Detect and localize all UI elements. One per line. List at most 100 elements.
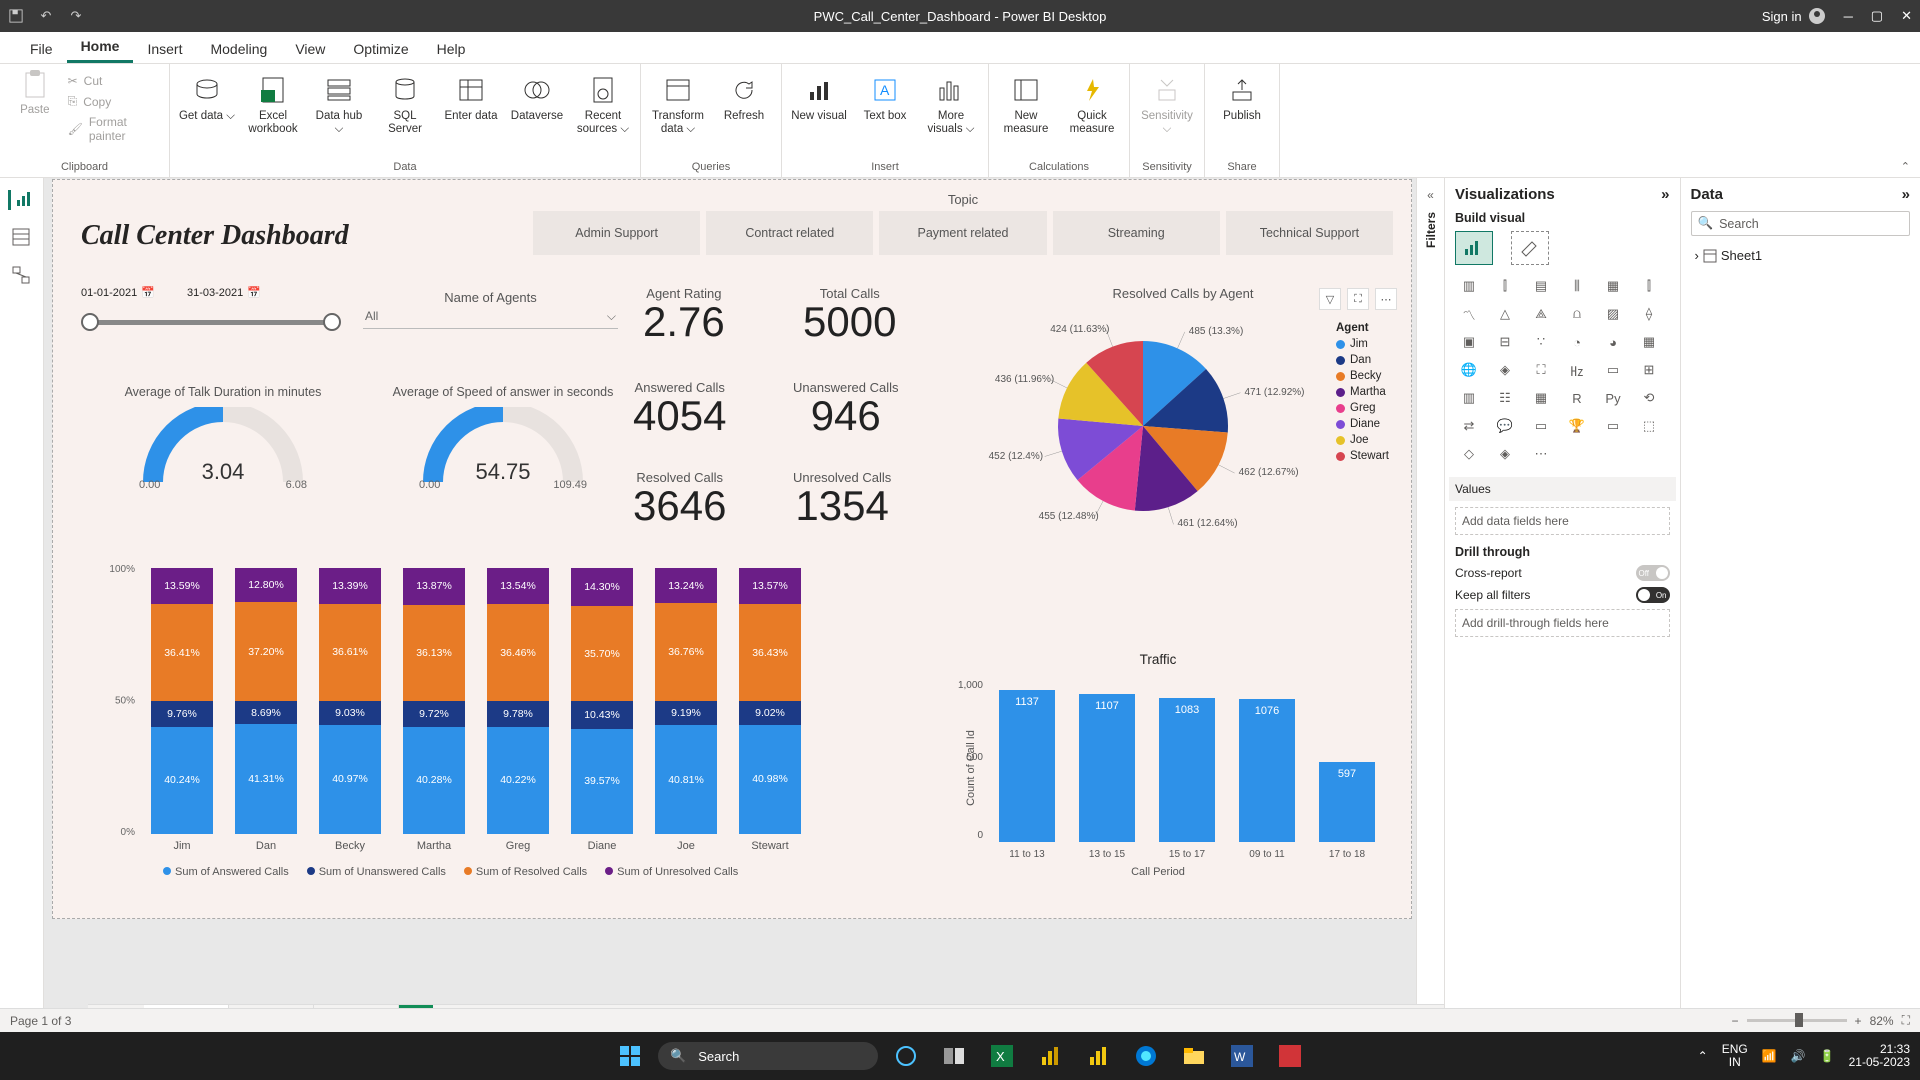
text-box-button[interactable]: AText box (856, 74, 914, 123)
maximize-icon[interactable]: ▢ (1871, 8, 1883, 24)
sensitivity-button[interactable]: Sensitivity⌵ (1138, 74, 1196, 136)
copy-button[interactable]: ⎘ Copy (66, 92, 161, 111)
viz-type-icon[interactable]: ⬚ (1635, 415, 1663, 437)
minimize-icon[interactable]: ─ (1844, 9, 1853, 24)
signin-button[interactable]: Sign in (1762, 7, 1826, 25)
viz-type-icon[interactable]: ◕ (1599, 331, 1627, 353)
quick-measure-button[interactable]: Quick measure (1063, 74, 1121, 136)
cut-button[interactable]: ✂ Cut (66, 72, 161, 90)
viz-type-icon[interactable]: ⟠ (1635, 303, 1663, 325)
app-icon[interactable] (1270, 1036, 1310, 1076)
collapse-viz-icon[interactable]: » (1661, 186, 1669, 203)
topic-streaming[interactable]: Streaming (1053, 211, 1220, 255)
agent-dropdown[interactable]: Name of Agents All⌵ (363, 290, 618, 329)
viz-type-icon[interactable]: ⫿ (1491, 275, 1519, 297)
viz-type-icon[interactable]: 🌐 (1455, 359, 1483, 381)
viz-type-icon[interactable]: ▤ (1527, 275, 1555, 297)
keep-filters-toggle[interactable]: On (1636, 587, 1670, 603)
viz-type-icon[interactable]: ⊞ (1635, 359, 1663, 381)
excel-taskbar-icon[interactable]: X (982, 1036, 1022, 1076)
dataverse-button[interactable]: Dataverse (508, 74, 566, 123)
viz-type-icon[interactable]: ◇ (1455, 443, 1483, 465)
new-visual-button[interactable]: New visual (790, 74, 848, 123)
paste-button[interactable]: Paste (8, 68, 62, 159)
report-view-icon[interactable] (8, 190, 28, 210)
viz-type-icon[interactable]: 🏆 (1563, 415, 1591, 437)
recent-button[interactable]: Recent sources ⌵ (574, 74, 632, 136)
viz-type-icon[interactable]: ⛶ (1527, 359, 1555, 381)
task-view-icon[interactable] (934, 1036, 974, 1076)
fit-page-icon[interactable]: ⛶ (1902, 1013, 1910, 1028)
expand-filters-icon[interactable]: « (1427, 188, 1434, 202)
viz-type-icon[interactable]: R (1563, 387, 1591, 409)
drill-field-well[interactable]: Add drill-through fields here (1455, 609, 1670, 637)
date-slider[interactable] (81, 306, 341, 336)
data-view-icon[interactable] (12, 228, 32, 248)
copilot-icon[interactable] (886, 1036, 926, 1076)
format-visual-mode-icon[interactable] (1511, 231, 1549, 265)
viz-type-icon[interactable]: ⫿ (1635, 275, 1663, 297)
clock[interactable]: 21:3321-05-2023 (1849, 1043, 1910, 1069)
publish-button[interactable]: Publish (1213, 74, 1271, 123)
viz-type-icon[interactable]: ▦ (1635, 331, 1663, 353)
date-from[interactable]: 01-01-2021 📅 (81, 286, 155, 299)
viz-type-icon[interactable]: 〽 (1455, 303, 1483, 325)
date-to[interactable]: 31-03-2021 📅 (187, 286, 261, 299)
viz-type-icon[interactable]: ▦ (1527, 387, 1555, 409)
viz-type-icon[interactable]: ▭ (1599, 359, 1627, 381)
viz-type-icon[interactable]: ▥ (1455, 387, 1483, 409)
cross-report-toggle[interactable]: Off (1636, 565, 1670, 581)
viz-type-icon[interactable]: ◔ (1563, 331, 1591, 353)
filters-pane-collapsed[interactable]: « Filters (1416, 178, 1444, 1040)
close-icon[interactable]: ✕ (1901, 8, 1912, 24)
tab-insert[interactable]: Insert (133, 35, 196, 63)
tab-help[interactable]: Help (423, 35, 480, 63)
wifi-icon[interactable]: 📶 (1762, 1049, 1777, 1063)
excel-button[interactable]: Excel workbook (244, 74, 302, 136)
viz-type-icon[interactable]: ▥ (1455, 275, 1483, 297)
edge-icon[interactable] (1126, 1036, 1166, 1076)
word-icon[interactable]: W (1222, 1036, 1262, 1076)
format-painter-button[interactable]: 🖌 Format painter (66, 113, 161, 145)
report-canvas[interactable]: Call Center Dashboard Topic Admin Suppor… (52, 179, 1412, 919)
zoom-in-icon[interactable]: + (1855, 1014, 1862, 1028)
viz-type-icon[interactable]: ▦ (1599, 275, 1627, 297)
taskbar-search[interactable]: 🔍Search (658, 1042, 878, 1070)
save-icon[interactable] (8, 8, 24, 24)
topic-tech[interactable]: Technical Support (1226, 211, 1393, 255)
model-view-icon[interactable] (12, 266, 32, 286)
tray-chevron-icon[interactable]: ⌃ (1698, 1049, 1708, 1063)
viz-type-icon[interactable]: ⟲ (1635, 387, 1663, 409)
more-visuals-button[interactable]: More visuals ⌵ (922, 74, 980, 136)
new-measure-button[interactable]: New measure (997, 74, 1055, 136)
zoom-out-icon[interactable]: − (1732, 1014, 1739, 1028)
viz-type-icon[interactable]: ⋯ (1527, 443, 1555, 465)
refresh-button[interactable]: Refresh (715, 74, 773, 123)
viz-type-icon[interactable]: ∵ (1527, 331, 1555, 353)
viz-type-icon[interactable]: 💬 (1491, 415, 1519, 437)
collapse-data-icon[interactable]: » (1902, 186, 1910, 203)
redo-icon[interactable]: ↷ (68, 8, 84, 24)
topic-admin[interactable]: Admin Support (533, 211, 700, 255)
start-icon[interactable] (610, 1036, 650, 1076)
viz-type-icon[interactable]: ⊟ (1491, 331, 1519, 353)
topic-contract[interactable]: Contract related (706, 211, 873, 255)
powerbi-service-icon[interactable] (1030, 1036, 1070, 1076)
viz-type-icon[interactable]: ⩍ (1563, 303, 1591, 325)
powerbi-desktop-icon[interactable] (1078, 1036, 1118, 1076)
enter-data-button[interactable]: Enter data (442, 74, 500, 123)
build-visual-mode-icon[interactable] (1455, 231, 1493, 265)
table-sheet1[interactable]: › Sheet1 (1691, 244, 1911, 267)
tab-home[interactable]: Home (67, 32, 134, 63)
zoom-slider[interactable] (1747, 1019, 1847, 1022)
viz-type-icon[interactable]: ㎐ (1563, 359, 1591, 381)
sql-button[interactable]: SQL Server (376, 74, 434, 136)
tab-file[interactable]: File (16, 35, 67, 63)
data-search-input[interactable]: 🔍 Search (1691, 211, 1911, 236)
data-hub-button[interactable]: Data hub ⌵ (310, 74, 368, 136)
viz-type-icon[interactable]: ⫼ (1563, 275, 1591, 297)
viz-type-icon[interactable]: △ (1491, 303, 1519, 325)
viz-type-icon[interactable]: Py (1599, 387, 1627, 409)
viz-type-icon[interactable]: ▭ (1527, 415, 1555, 437)
volume-icon[interactable]: 🔊 (1791, 1049, 1806, 1063)
